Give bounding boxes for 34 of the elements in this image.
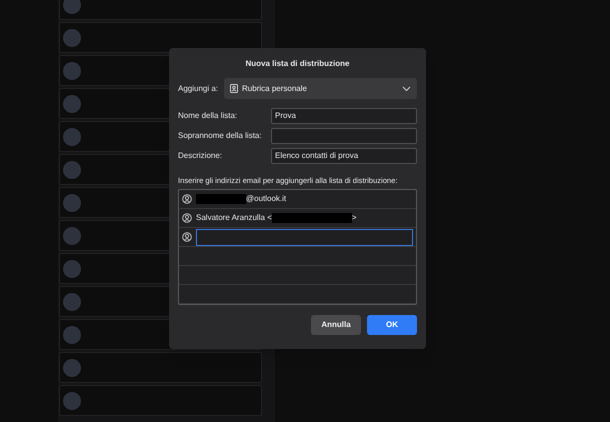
address-text: Salvatore Aranzulla < [196, 212, 272, 224]
dialog-title: Nuova lista di distribuzione [244, 58, 350, 70]
address-text: > [352, 212, 356, 224]
avatar-icon [63, 0, 81, 14]
avatar-icon [63, 194, 81, 212]
field-label: Descrizione: [178, 150, 224, 162]
redaction-bar [196, 194, 246, 204]
avatar-icon [63, 62, 81, 80]
avatar-icon [63, 326, 81, 344]
field-label: Nome della lista: [178, 110, 238, 122]
avatar-icon [63, 260, 81, 278]
address-text: @outlook.it [246, 193, 286, 206]
ok-button[interactable]: OK [367, 315, 417, 336]
text-field[interactable]: Prova [271, 108, 417, 124]
avatar-icon [63, 292, 81, 310]
field-label: Aggiungi a: [178, 82, 218, 94]
contact-icon [182, 194, 192, 204]
address-book-dropdown[interactable]: Rubrica personale [224, 78, 417, 99]
contact-icon [182, 232, 192, 242]
field-label: Soprannome della lista: [178, 130, 263, 142]
text-field[interactable]: Elenco contatti di prova [271, 148, 417, 164]
text-field[interactable] [271, 128, 417, 144]
contact-icon [182, 213, 192, 224]
avatar-icon [63, 28, 81, 46]
avatar-icon [63, 226, 81, 244]
avatar-icon [63, 358, 81, 376]
avatar-icon [63, 160, 81, 178]
address-input[interactable] [196, 228, 413, 246]
address-book-icon [230, 84, 238, 93]
chevron-down-icon [402, 86, 411, 92]
avatar-icon [63, 94, 81, 112]
cancel-button[interactable]: Annulla [311, 315, 361, 336]
avatar-icon [63, 128, 81, 146]
avatar-icon [63, 392, 81, 410]
